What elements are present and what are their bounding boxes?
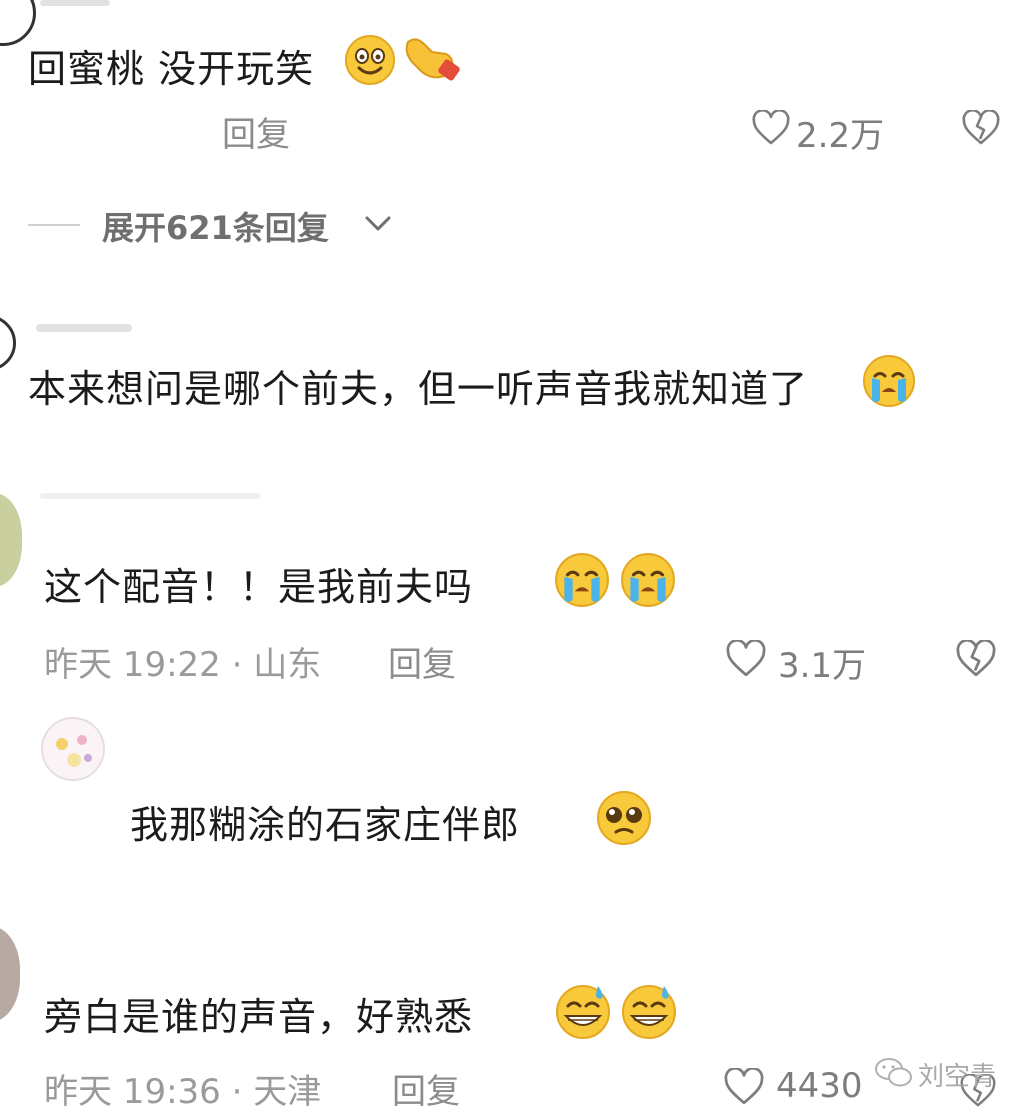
chevron-down-icon[interactable] <box>364 214 392 234</box>
comment-text-3: 这个配音！！是我前夫吗 <box>44 565 474 609</box>
broken-heart-icon[interactable] <box>962 110 1000 146</box>
reply-button[interactable]: 回复 <box>222 107 290 156</box>
expand-divider <box>28 224 80 226</box>
wechat-icon <box>875 1058 912 1087</box>
like-count: 2.2万 <box>796 116 885 156</box>
reply-button[interactable]: 回复 <box>392 1064 460 1113</box>
broken-heart-icon[interactable] <box>956 640 996 678</box>
avatar[interactable] <box>0 493 22 587</box>
heart-outline-icon[interactable] <box>726 640 766 678</box>
like-count: 3.1万 <box>778 646 867 686</box>
grin-eyes-emoji <box>345 35 395 85</box>
avatar[interactable] <box>40 716 106 782</box>
avatar[interactable] <box>0 926 20 1022</box>
reply-button[interactable]: 回复 <box>388 637 456 686</box>
username-blurred <box>40 0 110 6</box>
sweat-grin-emoji <box>556 985 610 1039</box>
crying-emoji <box>555 553 609 607</box>
crying-emoji <box>863 355 915 407</box>
pointing-hand-emoji <box>405 38 460 81</box>
expand-replies-button[interactable]: 展开621条回复 <box>102 203 329 249</box>
username-blurred <box>40 493 260 499</box>
heart-outline-icon[interactable] <box>752 110 790 146</box>
username-blurred <box>36 324 132 332</box>
comment-text-1: 回蜜桃 没开玩笑 <box>28 47 315 91</box>
heart-outline-icon[interactable] <box>724 1068 764 1106</box>
comment-text-2: 本来想问是哪个前夫，但一听声音我就知道了 <box>28 367 809 411</box>
watermark-text: 刘空青 <box>918 1062 997 1092</box>
sweat-grin-emoji <box>622 985 676 1039</box>
comment-meta: 昨天 19:36 · 天津 <box>44 1072 322 1112</box>
comment-text-5: 旁白是谁的声音，好熟悉 <box>44 995 474 1039</box>
pleading-emoji <box>597 791 651 845</box>
comment-meta: 昨天 19:22 · 山东 <box>44 645 322 685</box>
crying-emoji <box>621 553 675 607</box>
comment-text-4: 我那糊涂的石家庄伴郎 <box>130 803 521 847</box>
avatar[interactable] <box>0 315 16 371</box>
expand-replies-label: 展开621条回复 <box>102 209 329 247</box>
like-count: 4430 <box>776 1066 863 1106</box>
